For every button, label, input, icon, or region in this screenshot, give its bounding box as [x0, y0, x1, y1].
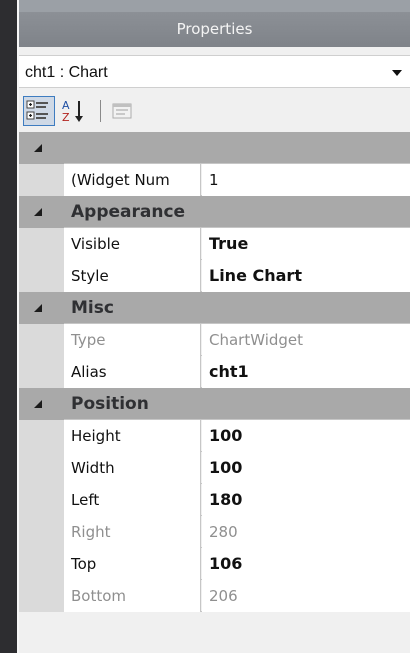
property-name[interactable]: Width — [64, 452, 201, 484]
property-row[interactable]: Type ChartWidget — [19, 324, 410, 356]
categorized-button[interactable] — [23, 96, 55, 126]
property-name[interactable]: Type — [64, 324, 201, 356]
property-name[interactable]: Left — [64, 484, 201, 516]
properties-toolbar: A Z — [19, 89, 410, 132]
property-pages-button[interactable] — [109, 96, 141, 126]
property-grid: (Widget Num 1 Appearance Visible True Style Li… — [19, 132, 410, 612]
property-row[interactable]: Right 280 — [19, 516, 410, 548]
row-margin — [19, 356, 64, 388]
row-margin — [19, 484, 64, 516]
property-name[interactable]: Top — [64, 548, 201, 580]
property-name[interactable]: Visible — [64, 228, 201, 260]
property-value[interactable]: Line Chart — [202, 260, 410, 292]
title-top-edge — [19, 0, 410, 12]
toolbar-separator — [100, 100, 101, 122]
alphabetical-button[interactable]: A Z — [59, 96, 91, 126]
property-name[interactable]: Style — [64, 260, 201, 292]
property-row[interactable]: Height 100 — [19, 420, 410, 452]
property-value[interactable]: cht1 — [202, 356, 410, 388]
property-row[interactable]: (Widget Num 1 — [19, 164, 410, 196]
categorized-icon — [26, 100, 48, 120]
property-name[interactable]: Height — [64, 420, 201, 452]
property-row[interactable]: Bottom 206 — [19, 580, 410, 612]
property-value[interactable]: 280 — [202, 516, 410, 548]
property-row[interactable]: Visible True — [19, 228, 410, 260]
property-value[interactable]: 100 — [202, 452, 410, 484]
category-row[interactable]: Appearance — [19, 196, 410, 228]
left-dock-strip — [0, 0, 17, 653]
sort-az-icon: A Z — [62, 99, 83, 124]
object-selector-dropdown[interactable]: cht1 : Chart — [19, 55, 410, 88]
row-margin — [19, 228, 64, 260]
property-value[interactable]: 1 — [202, 164, 410, 196]
chevron-down-icon[interactable] — [392, 70, 402, 76]
collapse-icon[interactable] — [33, 303, 43, 313]
property-row[interactable]: Alias cht1 — [19, 356, 410, 388]
property-value[interactable]: 206 — [202, 580, 410, 612]
category-row[interactable]: Position — [19, 388, 410, 420]
collapse-icon[interactable] — [33, 143, 43, 153]
property-name[interactable]: (Widget Num — [64, 164, 201, 196]
row-margin — [19, 580, 64, 612]
property-row[interactable]: Width 100 — [19, 452, 410, 484]
row-margin — [19, 164, 64, 196]
row-margin — [19, 260, 64, 292]
property-name[interactable]: Alias — [64, 356, 201, 388]
category-row[interactable]: Misc — [19, 292, 410, 324]
row-margin — [19, 324, 64, 356]
property-value[interactable]: True — [202, 228, 410, 260]
property-row[interactable]: Style Line Chart — [19, 260, 410, 292]
row-margin — [19, 420, 64, 452]
category-label: Position — [71, 394, 149, 414]
property-pages-icon — [112, 103, 132, 119]
row-margin — [19, 516, 64, 548]
selected-object-label: cht1 : Chart — [25, 64, 108, 81]
property-name[interactable]: Right — [64, 516, 201, 548]
svg-text:Z: Z — [62, 111, 70, 124]
row-margin — [19, 452, 64, 484]
row-margin — [19, 548, 64, 580]
category-label: Appearance — [71, 202, 186, 222]
property-value[interactable]: 106 — [202, 548, 410, 580]
category-row[interactable] — [19, 132, 410, 164]
panel-title: Properties — [19, 12, 410, 47]
property-name[interactable]: Bottom — [64, 580, 201, 612]
collapse-icon[interactable] — [33, 207, 43, 217]
properties-panel: Properties cht1 : Chart A Z (Widget Num … — [19, 0, 410, 653]
property-value[interactable]: 180 — [202, 484, 410, 516]
property-row[interactable]: Top 106 — [19, 548, 410, 580]
collapse-icon[interactable] — [33, 399, 43, 409]
category-label: Misc — [71, 298, 114, 318]
property-value[interactable]: ChartWidget — [202, 324, 410, 356]
property-value[interactable]: 100 — [202, 420, 410, 452]
property-row[interactable]: Left 180 — [19, 484, 410, 516]
